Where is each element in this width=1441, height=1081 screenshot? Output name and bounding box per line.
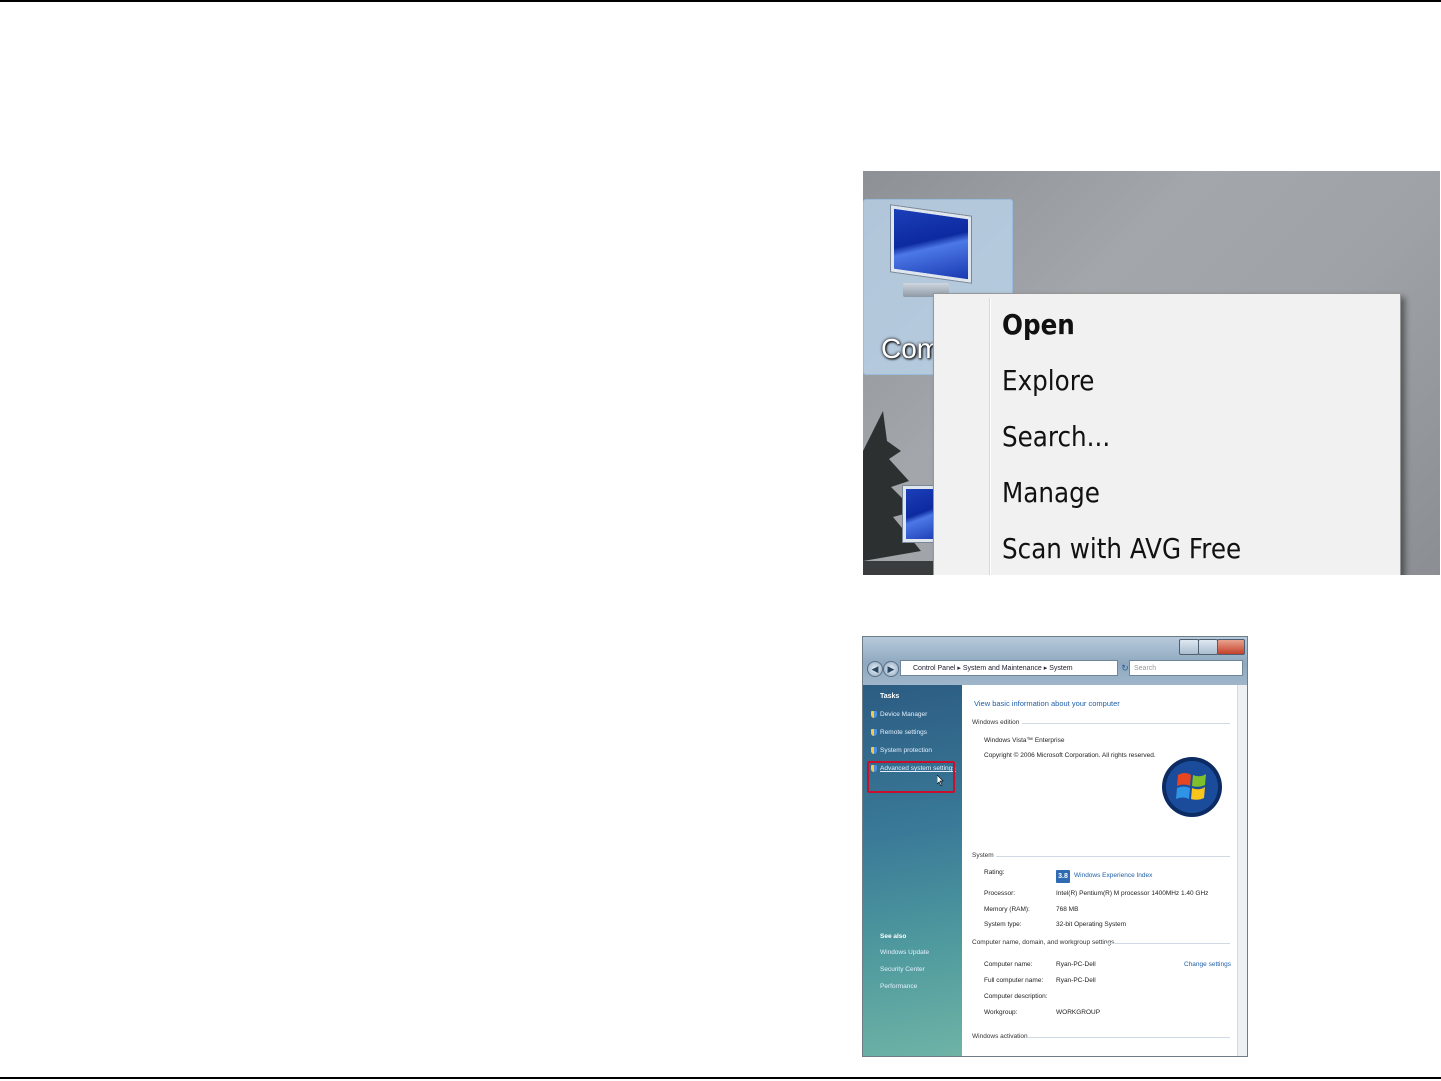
section-windows-edition: Windows edition bbox=[972, 719, 1020, 726]
maximize-button[interactable] bbox=[1198, 639, 1218, 655]
see-also-heading: See also bbox=[880, 933, 907, 940]
system-type-label: System type: bbox=[984, 921, 1022, 928]
section-system: System bbox=[972, 852, 994, 859]
search-input[interactable]: Search bbox=[1129, 660, 1243, 676]
shield-icon bbox=[871, 729, 877, 736]
menu-item-search[interactable]: Search... bbox=[1002, 420, 1110, 453]
experience-index-link[interactable]: Windows Experience Index bbox=[1074, 872, 1152, 879]
section-divider bbox=[1022, 723, 1230, 724]
system-type-value: 32-bit Operating System bbox=[1056, 921, 1127, 928]
desktop-icon-label: Com bbox=[881, 333, 941, 364]
rating-label: Rating: bbox=[984, 869, 1005, 876]
address-bar[interactable]: Control Panel ▸ System and Maintenance ▸… bbox=[900, 660, 1118, 676]
page-heading: View basic information about your comput… bbox=[974, 699, 1120, 708]
system-content-pane: View basic information about your comput… bbox=[962, 685, 1247, 1056]
shield-icon bbox=[871, 747, 877, 754]
task-system-protection[interactable]: System protection bbox=[871, 747, 932, 754]
window-titlebar: ◀ ▶ Control Panel ▸ System and Maintenan… bbox=[863, 637, 1247, 685]
task-label: Device Manager bbox=[880, 711, 928, 719]
close-button[interactable] bbox=[1217, 639, 1245, 655]
top-rule bbox=[0, 0, 1441, 2]
windows-logo-icon bbox=[1162, 757, 1222, 817]
task-label: System protection bbox=[880, 747, 933, 755]
change-settings-link[interactable]: Change settings bbox=[1184, 961, 1231, 968]
system-window-screenshot: ◀ ▶ Control Panel ▸ System and Maintenan… bbox=[862, 636, 1248, 1057]
section-divider bbox=[1106, 943, 1230, 944]
workgroup-value: WORKGROUP bbox=[1056, 1009, 1101, 1016]
mouse-cursor-icon bbox=[937, 775, 944, 786]
section-divider bbox=[996, 856, 1230, 857]
processor-value: Intel(R) Pentium(R) M processor 1400MHz … bbox=[1056, 890, 1209, 897]
see-also-performance[interactable]: Performance bbox=[880, 983, 917, 990]
menu-item-open[interactable]: Open bbox=[1002, 308, 1075, 341]
workgroup-label: Workgroup: bbox=[984, 1009, 1018, 1016]
copyright-text: Copyright © 2006 Microsoft Corporation. … bbox=[984, 752, 1156, 759]
forward-arrow-icon[interactable]: ▶ bbox=[883, 661, 899, 677]
edition-text: Windows Vista™ Enterprise bbox=[984, 737, 1065, 744]
rating-badge: 3.8 bbox=[1056, 870, 1070, 883]
context-menu: Open Explore Search... Manage Scan with … bbox=[933, 293, 1401, 575]
vertical-scrollbar[interactable] bbox=[1237, 685, 1247, 1056]
menu-item-scan-avg[interactable]: Scan with AVG Free bbox=[1002, 532, 1241, 565]
section-divider bbox=[1028, 1037, 1230, 1038]
bottom-rule bbox=[0, 1077, 1441, 1079]
task-label: Remote settings bbox=[880, 729, 927, 737]
shield-icon bbox=[871, 711, 877, 718]
task-pane: Tasks Device Manager Remote settings Sys… bbox=[863, 685, 962, 1056]
task-device-manager[interactable]: Device Manager bbox=[871, 711, 927, 718]
context-menu-screenshot: Com Open Explore Search... Manage Scan w… bbox=[863, 171, 1440, 575]
menu-icon-gutter bbox=[989, 298, 990, 575]
computer-name-value: Ryan-PC-Dell bbox=[1056, 961, 1096, 968]
menu-item-explore[interactable]: Explore bbox=[1002, 364, 1094, 397]
processor-label: Processor: bbox=[984, 890, 1016, 897]
section-computer-name: Computer name, domain, and workgroup set… bbox=[972, 939, 1115, 946]
see-also-windows-update[interactable]: Windows Update bbox=[880, 949, 929, 956]
full-name-label: Full computer name: bbox=[984, 977, 1044, 984]
back-arrow-icon[interactable]: ◀ bbox=[867, 661, 883, 677]
menu-item-manage[interactable]: Manage bbox=[1002, 476, 1100, 509]
see-also-security-center[interactable]: Security Center bbox=[880, 966, 925, 973]
minimize-button[interactable] bbox=[1179, 639, 1199, 655]
section-windows-activation: Windows activation bbox=[972, 1033, 1028, 1040]
memory-value: 768 MB bbox=[1056, 906, 1079, 913]
full-name-value: Ryan-PC-Dell bbox=[1056, 977, 1096, 984]
computer-name-label: Computer name: bbox=[984, 961, 1033, 968]
memory-label: Memory (RAM): bbox=[984, 906, 1030, 913]
tasks-heading: Tasks bbox=[880, 693, 900, 700]
task-remote-settings[interactable]: Remote settings bbox=[871, 729, 927, 736]
description-label: Computer description: bbox=[984, 993, 1048, 1000]
